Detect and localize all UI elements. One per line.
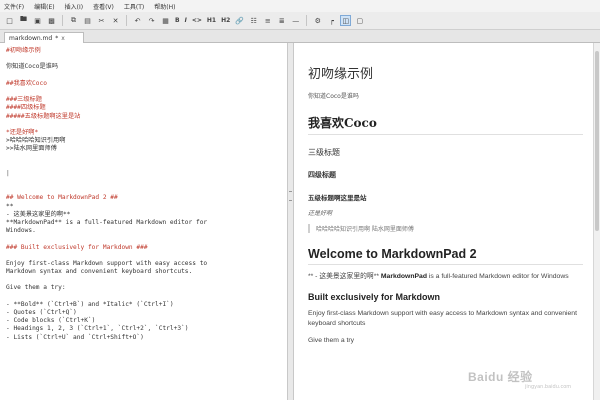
toolbar-separator [126, 15, 127, 26]
code-button[interactable]: <> [191, 15, 203, 26]
menu-tools[interactable]: 工具(T) [124, 2, 144, 11]
editor-line: - **Bold** (`Ctrl+B`) and *Italic* (`Ctr… [6, 300, 174, 308]
unordered-list-icon[interactable]: ≡ [262, 15, 273, 26]
delete-icon[interactable]: ✕ [110, 15, 121, 26]
redo-icon[interactable]: ↷ [146, 15, 157, 26]
preview-heading-2: 我喜欢Coco [308, 114, 583, 135]
preview-scrollbar[interactable] [593, 43, 600, 400]
editor-line: Windows. [6, 227, 36, 235]
toolbar-separator [62, 15, 63, 26]
tab-markdown-file[interactable]: markdown.md * x [4, 32, 84, 43]
toolbar: □ 🖿 ▣ ▩ ⧉ ▤ ✂ ✕ ↶ ↷ ▦ B I <> H1 H2 🔗 ☷ ≡… [0, 12, 600, 30]
save-all-icon[interactable]: ▩ [46, 15, 57, 26]
intro-prefix: ** - 这美景这家里的啊** [308, 273, 381, 280]
editor-line: ####四级标题 [6, 104, 46, 112]
new-file-icon[interactable]: □ [4, 15, 15, 26]
editor-line: **MarkdownPad** is a full-featured Markd… [6, 218, 208, 226]
tab-label: markdown.md [9, 34, 53, 42]
copy-icon[interactable]: ⧉ [68, 15, 79, 26]
preview-heading-built: Built exclusively for Markdown [308, 292, 441, 302]
menu-bar: 文件(F) 编辑(E) 插入(I) 查看(V) 工具(T) 帮助(H) [0, 0, 600, 12]
menu-view[interactable]: 查看(V) [93, 2, 114, 11]
undo-icon[interactable]: ↶ [132, 15, 143, 26]
editor-line: ** [6, 202, 14, 210]
h1-button[interactable]: H1 [206, 15, 217, 26]
watermark-url: jingyan.baidu.com [525, 384, 572, 390]
open-folder-icon[interactable]: 🖿 [18, 15, 29, 26]
sidebar-icon[interactable]: ┍ [326, 15, 337, 26]
editor-line: ##我喜欢Coco [6, 79, 47, 87]
paste-icon[interactable]: ▤ [82, 15, 93, 26]
menu-help[interactable]: 帮助(H) [154, 2, 175, 11]
editor-line: ## Welcome to MarkdownPad 2 ## [6, 194, 118, 202]
live-preview-pane: 初吻缘示例 你知道Coco是谁吗 我喜欢Coco 三级标题 四级标题 五级标题啊… [294, 43, 593, 400]
intro-rest: is a full-featured Markdown editor for W… [426, 273, 569, 280]
pane-splitter[interactable] [287, 43, 294, 400]
splitter-grip-icon[interactable] [289, 191, 292, 201]
editor-line: - 这美景这家里的啊** [6, 210, 71, 218]
editor-line: >>陆水网里面师傅 [6, 145, 57, 153]
watermark-logo: Baidu 经验 [468, 370, 533, 384]
editor-line: | [6, 169, 10, 177]
preview-give-paragraph: Give them a try [308, 337, 355, 344]
bold-button[interactable]: B [174, 15, 181, 26]
preview-enjoy-paragraph: Enjoy first-class Markdown support with … [308, 310, 577, 327]
toolbar-separator [306, 15, 308, 26]
preview-heading-welcome: Welcome to MarkdownPad 2 [308, 247, 583, 265]
ordered-list-icon[interactable]: ≣ [276, 15, 287, 26]
hyperlink-icon[interactable]: 🔗 [234, 15, 245, 26]
tab-strip: markdown.md * x [0, 30, 600, 43]
editor-line: Give them a try: [6, 284, 66, 292]
save-icon[interactable]: ▣ [32, 15, 43, 26]
editor-line: #####五级标题啊这里是站 [6, 112, 81, 120]
editor-line: 你知道Coco是谁吗 [6, 63, 59, 71]
image-icon[interactable]: ▦ [160, 15, 171, 26]
settings-icon[interactable]: ⚙ [312, 15, 323, 26]
menu-edit[interactable]: 编辑(E) [34, 2, 54, 11]
date-icon[interactable]: ☷ [248, 15, 259, 26]
editor-line: #初吻缘示例 [6, 47, 41, 54]
preview-heading-1: 初吻缘示例 [308, 67, 374, 82]
h2-button[interactable]: H2 [220, 15, 231, 26]
preview-heading-3: 三级标题 [308, 148, 340, 157]
preview-heading-5: 五级标题啊这里是站 [308, 194, 367, 202]
intro-bold: MarkdownPad [380, 273, 427, 280]
menu-file[interactable]: 文件(F) [4, 2, 24, 11]
fullscreen-icon[interactable]: ▢ [354, 15, 365, 26]
live-preview-icon[interactable]: ◫ [340, 15, 352, 26]
markdown-editor[interactable]: #初吻缘示例你知道Coco是谁吗 ##我喜欢Coco ###三级标题 ####四级标题… [0, 43, 287, 400]
editor-line: ### Built exclusively for Markdown ### [6, 243, 148, 251]
menu-insert[interactable]: 插入(I) [65, 2, 83, 11]
editor-line: Markdown syntax and convenient keyboard … [6, 268, 193, 276]
preview-italic-text: 还是好啊 [308, 210, 333, 217]
editor-line: - Headings 1, 2, 3 (`Ctrl+1`, `Ctrl+2`, … [6, 325, 189, 333]
preview-heading-4: 四级标题 [308, 171, 336, 179]
preview-paragraph: 你知道Coco是谁吗 [308, 93, 359, 100]
scrollbar-thumb[interactable] [595, 51, 599, 231]
italic-button[interactable]: I [184, 15, 188, 26]
cut-icon[interactable]: ✂ [96, 15, 107, 26]
editor-line: ###三级标题 [6, 96, 42, 104]
preview-intro-paragraph: ** - 这美景这家里的啊** MarkdownPad is a full-fe… [308, 272, 583, 282]
horizontal-rule-icon[interactable]: — [290, 15, 301, 26]
preview-blockquote: 哈哈哈哈知识引用啊 陆水网里面师傅 [308, 224, 583, 233]
editor-line: *还是好啊* [6, 128, 39, 136]
editor-line: Enjoy first-class Markdown support with … [6, 259, 208, 267]
close-icon[interactable]: x [61, 35, 65, 42]
tab-modified-marker: * [55, 34, 59, 42]
editor-line: - Lists (`Ctrl+U` and `Ctrl+Shift+O`) [6, 333, 144, 341]
editor-line: - Quotes (`Ctrl+Q`) [6, 309, 77, 316]
